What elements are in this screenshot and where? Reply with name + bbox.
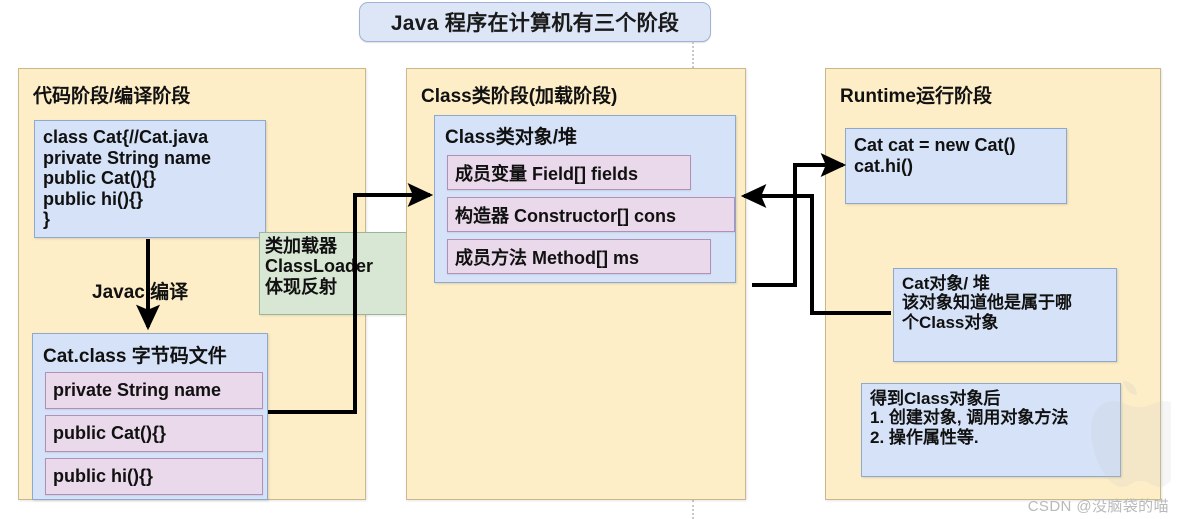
source-code-box: class Cat{//Cat.java private String name… bbox=[34, 120, 266, 238]
apple-logo-watermark-icon bbox=[1091, 381, 1171, 488]
csdn-watermark: CSDN @没脑袋的喵 bbox=[1027, 498, 1169, 515]
classloader-line-3: 体现反射 bbox=[265, 276, 337, 297]
new-cat-line-2: cat.hi() bbox=[854, 155, 914, 176]
cat-heap-line-3: 个Class对象 bbox=[902, 312, 999, 332]
class-file-member-row: private String name bbox=[45, 372, 263, 409]
class-object-box: Class类对象/堆 成员变量 Field[] fields 构造器 Const… bbox=[434, 115, 736, 283]
source-line-5: } bbox=[43, 209, 51, 230]
new-cat-line-1: Cat cat = new Cat() bbox=[854, 135, 1016, 155]
classloader-box: 类加载器 ClassLoader 体现反射 bbox=[259, 232, 411, 315]
class-object-member-row: 构造器 Constructor[] cons bbox=[447, 197, 735, 232]
dotted-divider-bottom bbox=[692, 500, 694, 519]
panel-code-stage-title: 代码阶段/编译阶段 bbox=[33, 86, 191, 107]
cat-class-file-header: Cat.class 字节码文件 bbox=[43, 346, 227, 367]
source-line-4: public hi(){} bbox=[43, 188, 143, 209]
dotted-divider-top bbox=[692, 42, 694, 68]
class-file-member-row: public hi(){} bbox=[45, 458, 263, 495]
classloader-line-1: 类加载器 bbox=[265, 236, 337, 256]
cat-heap-object-box: Cat对象/ 堆 该对象知道他是属于哪 个Class对象 bbox=[893, 268, 1117, 362]
cat-class-file-box: Cat.class 字节码文件 private String name publ… bbox=[32, 333, 268, 500]
classloader-line-2: ClassLoader bbox=[265, 256, 374, 277]
new-cat-code-box: Cat cat = new Cat() cat.hi() bbox=[845, 128, 1067, 204]
diagram-canvas: Java 程序在计算机有三个阶段 代码阶段/编译阶段 class Cat{//C… bbox=[0, 0, 1179, 519]
cat-heap-line-1: Cat对象/ 堆 bbox=[902, 274, 990, 293]
cat-heap-line-2: 该对象知道他是属于哪 bbox=[902, 293, 1072, 313]
panel-runtime-stage-title: Runtime运行阶段 bbox=[840, 86, 993, 107]
source-line-3: public Cat(){} bbox=[43, 168, 157, 189]
class-object-header: Class类对象/堆 bbox=[445, 127, 577, 148]
class-object-member-row: 成员方法 Method[] ms bbox=[447, 239, 711, 274]
diagram-title: Java 程序在计算机有三个阶段 bbox=[359, 2, 711, 42]
javac-compile-label: Javac 编译 bbox=[92, 282, 189, 303]
panel-class-stage-title: Class类阶段(加载阶段) bbox=[421, 86, 618, 107]
source-line-1: class Cat{//Cat.java bbox=[43, 127, 209, 147]
class-file-member-row: public Cat(){} bbox=[45, 415, 263, 452]
source-line-2: private String name bbox=[43, 147, 212, 168]
class-object-member-row: 成员变量 Field[] fields bbox=[447, 155, 691, 190]
